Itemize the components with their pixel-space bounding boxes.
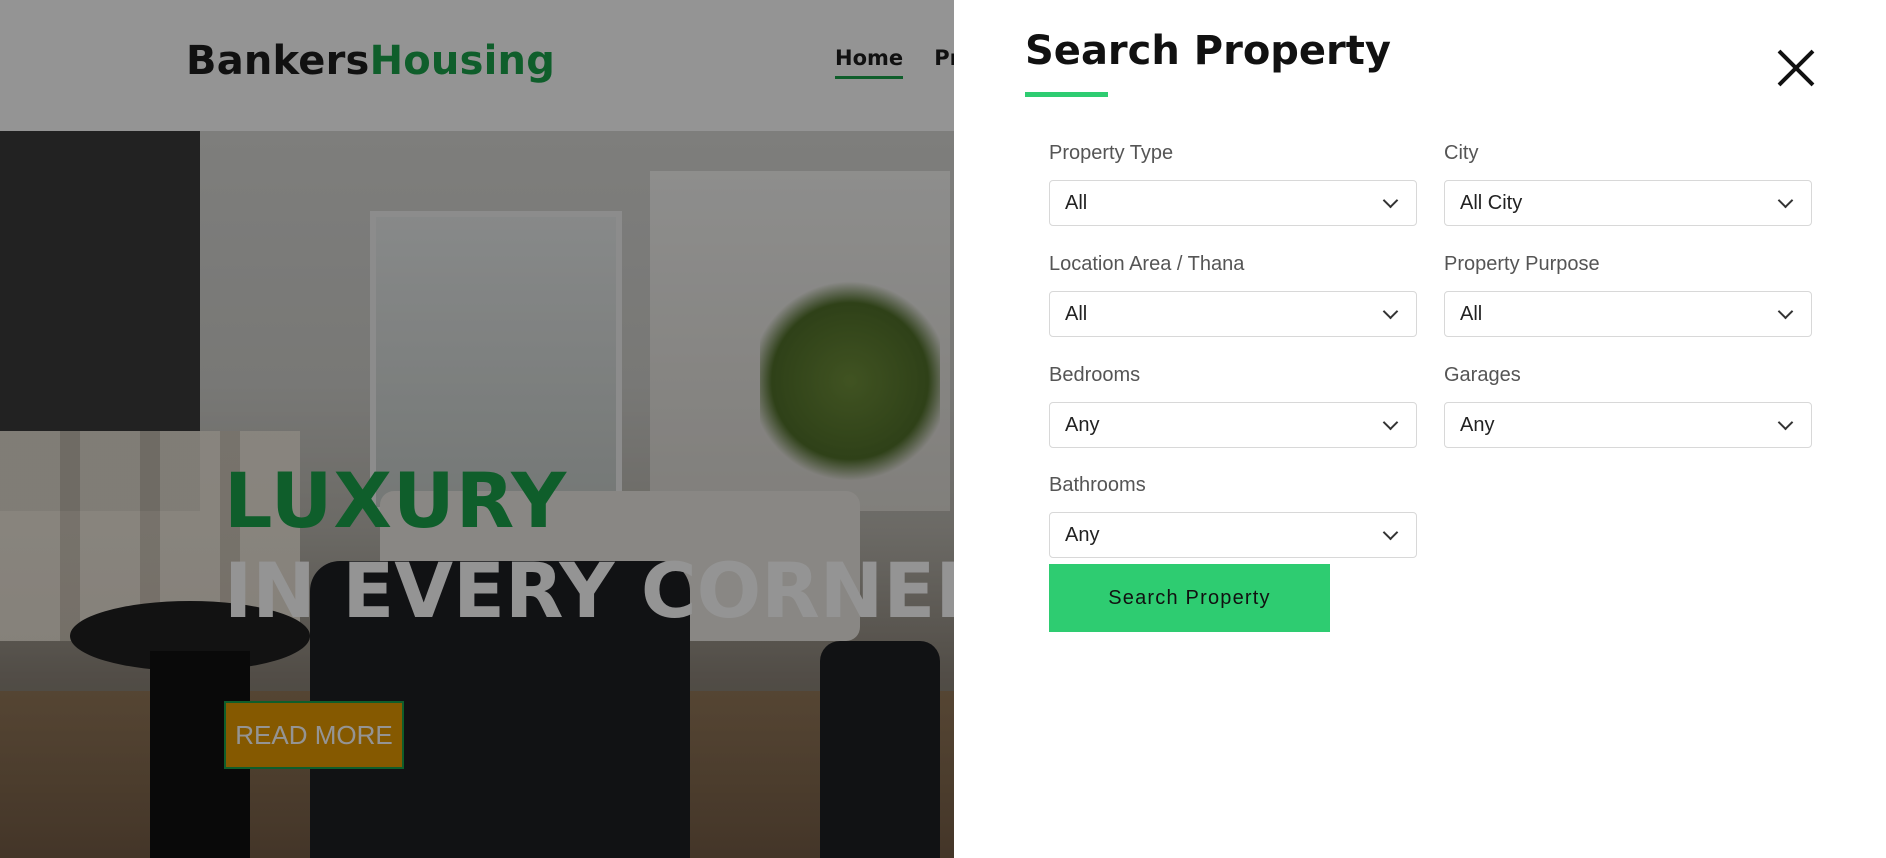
title-underline xyxy=(1025,92,1108,97)
city-field: City All City xyxy=(1444,136,1812,226)
garages-select[interactable]: Any xyxy=(1444,402,1812,448)
search-property-button[interactable]: Search Property xyxy=(1049,564,1330,632)
panel-title: Search Property xyxy=(1025,28,1391,74)
location-field: Location Area / Thana All xyxy=(1049,247,1417,337)
garages-field: Garages Any xyxy=(1444,358,1812,448)
chevron-down-icon xyxy=(1382,524,1399,541)
chevron-down-icon xyxy=(1777,414,1794,431)
bathrooms-value: Any xyxy=(1065,524,1100,546)
location-label: Location Area / Thana xyxy=(1049,253,1245,275)
location-value: All xyxy=(1065,303,1088,325)
location-select[interactable]: All xyxy=(1049,291,1417,337)
bedrooms-label: Bedrooms xyxy=(1049,364,1141,386)
city-value: All City xyxy=(1460,192,1523,214)
property-type-value: All xyxy=(1065,192,1088,214)
bathrooms-select[interactable]: Any xyxy=(1049,512,1417,558)
modal-backdrop[interactable] xyxy=(0,0,954,858)
property-purpose-label: Property Purpose xyxy=(1444,253,1600,275)
property-type-field: Property Type All xyxy=(1049,136,1417,226)
garages-label: Garages xyxy=(1444,364,1521,386)
bedrooms-value: Any xyxy=(1065,414,1100,436)
property-purpose-value: All xyxy=(1460,303,1483,325)
close-icon[interactable] xyxy=(1776,48,1816,88)
bathrooms-field: Bathrooms Any xyxy=(1049,468,1417,558)
bathrooms-label: Bathrooms xyxy=(1049,474,1146,496)
bedrooms-select[interactable]: Any xyxy=(1049,402,1417,448)
bedrooms-field: Bedrooms Any xyxy=(1049,358,1417,448)
property-purpose-select[interactable]: All xyxy=(1444,291,1812,337)
property-type-select[interactable]: All xyxy=(1049,180,1417,226)
chevron-down-icon xyxy=(1382,192,1399,209)
chevron-down-icon xyxy=(1777,303,1794,320)
property-purpose-field: Property Purpose All xyxy=(1444,247,1812,337)
search-property-panel: Search Property Property Type All City A… xyxy=(954,0,1886,858)
property-type-label: Property Type xyxy=(1049,142,1174,164)
garages-value: Any xyxy=(1460,414,1495,436)
chevron-down-icon xyxy=(1382,303,1399,320)
city-select[interactable]: All City xyxy=(1444,180,1812,226)
chevron-down-icon xyxy=(1777,192,1794,209)
city-label: City xyxy=(1444,142,1479,164)
chevron-down-icon xyxy=(1382,414,1399,431)
